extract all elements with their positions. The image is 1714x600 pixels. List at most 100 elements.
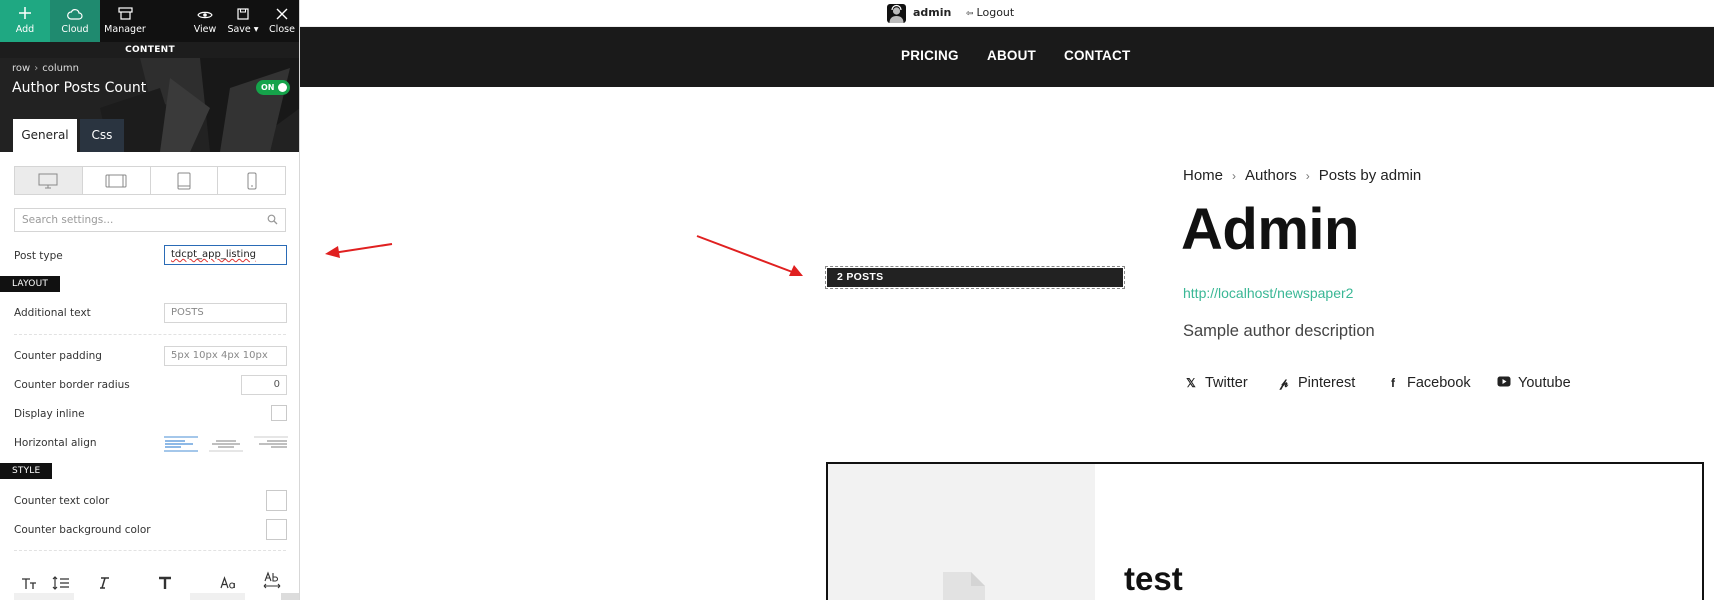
eye-icon <box>188 0 222 24</box>
align-left-icon[interactable] <box>164 436 198 452</box>
social-pinterest[interactable]: 𝓅 Pinterest <box>1277 375 1356 391</box>
align-right-icon[interactable] <box>254 436 288 452</box>
style-section-tag: STYLE <box>0 463 53 479</box>
breadcrumb-current: Posts by admin <box>1318 167 1422 184</box>
counter-bg-color-label: Counter background color <box>14 524 151 536</box>
crumb-column[interactable]: column <box>42 63 79 74</box>
youtube-icon <box>1497 376 1511 390</box>
tablet-portrait-icon <box>177 172 191 189</box>
social-facebook[interactable]: f Facebook <box>1386 375 1471 391</box>
element-breadcrumb: row › column <box>12 63 80 74</box>
close-icon <box>266 0 298 24</box>
search-input[interactable] <box>15 209 255 231</box>
display-inline-checkbox[interactable] <box>271 405 287 421</box>
cloud-icon <box>50 0 100 24</box>
social-twitter[interactable]: 𝕏 Twitter <box>1184 375 1248 391</box>
divider <box>14 550 286 551</box>
add-button[interactable]: Add <box>0 0 50 42</box>
main-navigation: PRICING ABOUT CONTACT <box>300 27 1714 87</box>
logout-link[interactable]: ⇦ Logout <box>966 6 1014 19</box>
counter-padding-input[interactable]: 5px 10px 4px 10px <box>164 346 287 366</box>
settings-search <box>14 208 286 232</box>
letter-spacing-icon[interactable] <box>263 569 281 593</box>
nav-contact[interactable]: CONTACT <box>1064 48 1130 63</box>
author-description: Sample author description <box>1183 322 1375 340</box>
manager-icon <box>100 0 150 24</box>
cloud-button[interactable]: Cloud <box>50 0 100 42</box>
save-label: Save ▾ <box>227 24 259 35</box>
close-label: Close <box>269 24 295 35</box>
social-label: Facebook <box>1407 375 1471 391</box>
social-youtube[interactable]: Youtube <box>1497 375 1571 391</box>
author-name-heading: Admin <box>1181 197 1359 262</box>
toggle-knob <box>278 83 287 92</box>
desktop-view-button[interactable] <box>15 167 83 194</box>
post-type-input[interactable]: tdcpt_app_listing <box>164 245 287 265</box>
element-title: Author Posts Count <box>12 80 147 96</box>
counter-text-color-label: Counter text color <box>14 495 110 507</box>
nav-about[interactable]: ABOUT <box>987 48 1036 63</box>
author-website-link[interactable]: http://localhost/newspaper2 <box>1183 285 1353 301</box>
author-posts-count-element[interactable]: 2 POSTS <box>825 266 1125 289</box>
facebook-icon: f <box>1391 376 1395 390</box>
tab-css[interactable]: Css <box>80 119 124 152</box>
close-button[interactable]: Close <box>266 0 298 42</box>
counter-padding-label: Counter padding <box>14 350 102 362</box>
app-root: { "toolbar": { "add_label": "Add", "clou… <box>0 0 1714 600</box>
cut-off-label <box>190 593 245 600</box>
post-card[interactable]: test <box>826 462 1704 600</box>
search-icon <box>267 214 278 225</box>
x-icon: 𝕏 <box>1186 376 1196 390</box>
post-title[interactable]: test <box>1124 560 1183 598</box>
breadcrumb-authors[interactable]: Authors <box>1245 167 1297 184</box>
counter-border-radius-input[interactable]: 0 <box>241 375 287 395</box>
breadcrumb-home[interactable]: Home <box>1183 167 1223 184</box>
post-type-value: tdcpt_app_listing <box>171 249 257 260</box>
device-switcher <box>14 166 286 195</box>
social-label: Pinterest <box>1298 375 1356 391</box>
phone-icon <box>247 172 257 189</box>
additional-text-input[interactable]: POSTS <box>164 303 287 323</box>
post-thumbnail-placeholder[interactable] <box>828 464 1095 600</box>
floppy-icon <box>224 0 262 24</box>
cut-off-label <box>14 593 74 600</box>
section-title: CONTENT <box>0 42 299 58</box>
toggle-label: ON <box>261 83 275 92</box>
save-button[interactable]: Save ▾ <box>224 0 262 42</box>
counter-text-color-swatch[interactable] <box>266 490 287 511</box>
tablet-landscape-view-button[interactable] <box>83 167 151 194</box>
counter-bg-color-swatch[interactable] <box>266 519 287 540</box>
nav-pricing[interactable]: PRICING <box>901 48 959 63</box>
crumb-row[interactable]: row <box>12 63 30 74</box>
editor-panel: Add Cloud Manager View Save ▾ Close CONT… <box>0 0 300 600</box>
layout-section-tag: LAYOUT <box>0 276 61 292</box>
add-label: Add <box>15 24 35 35</box>
align-center-icon[interactable] <box>209 436 243 452</box>
cut-off-row <box>0 592 299 600</box>
view-button[interactable]: View <box>188 0 222 42</box>
counter-border-radius-label: Counter border radius <box>14 379 130 391</box>
typography-toolbar <box>0 566 299 593</box>
logout-icon: ⇦ <box>966 9 974 19</box>
cloud-label: Cloud <box>61 24 89 35</box>
display-inline-label: Display inline <box>14 408 85 420</box>
view-label: View <box>193 24 217 35</box>
posts-count-badge: 2 POSTS <box>827 268 1123 287</box>
admin-username[interactable]: admin <box>913 6 951 19</box>
tab-general[interactable]: General <box>13 119 77 152</box>
post-type-label: Post type <box>14 250 63 262</box>
element-toggle[interactable]: ON <box>256 80 290 95</box>
avatar[interactable] <box>887 4 906 23</box>
tablet-portrait-view-button[interactable] <box>151 167 219 194</box>
plus-icon <box>0 0 50 24</box>
file-icon <box>943 572 985 600</box>
phone-view-button[interactable] <box>218 167 285 194</box>
avatar-image <box>889 4 904 23</box>
pinterest-icon: 𝓅 <box>1279 376 1289 390</box>
tablet-landscape-icon <box>105 174 127 187</box>
annotation-arrow <box>325 243 393 258</box>
logout-label: Logout <box>976 6 1015 19</box>
horizontal-align-label: Horizontal align <box>14 437 97 449</box>
scrollbar[interactable] <box>281 593 299 600</box>
manager-button[interactable]: Manager <box>100 0 150 42</box>
